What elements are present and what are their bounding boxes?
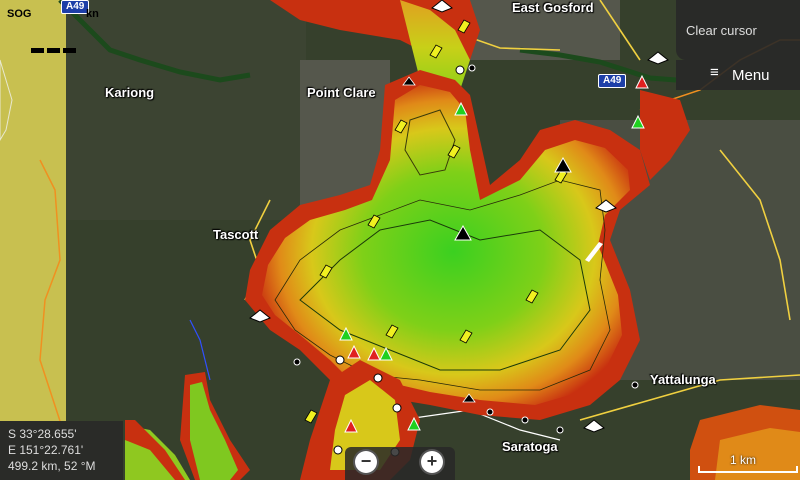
land-texture [66,0,306,220]
buoy [468,64,476,72]
buoy [373,373,383,383]
place-label-kariong: Kariong [105,85,155,100]
menu-label: Menu [732,67,770,84]
cursor-longitude: E 151°22.761' [8,443,84,457]
buoy [486,408,494,416]
buoy [333,445,343,455]
buoy [335,355,345,365]
hamburger-icon: ≡ [710,64,719,81]
zoom-in-button[interactable]: + [421,451,443,473]
buoy [521,416,529,424]
cursor-latitude: S 33°28.655' [8,427,77,441]
place-label-point-clare: Point Clare [307,85,376,100]
place-label-saratoga: Saratoga [502,439,558,454]
chart-plotter: East Gosford Kariong Point Clare Tascott… [0,0,800,480]
road-shield: A49 [598,74,627,88]
place-label-yattalunga: Yattalunga [650,372,716,387]
sog-label: SOG [7,8,32,20]
place-label-tascott: Tascott [213,227,259,242]
buoy [631,381,639,389]
cursor-info-panel: S 33°28.655' E 151°22.761' 499.2 km, 52 … [0,421,123,480]
scale-bar [698,466,798,473]
zoom-out-button[interactable]: − [355,451,377,473]
sog-unit: kn [86,8,99,20]
sog-value-empty [31,40,79,53]
buoy [293,358,301,366]
clear-cursor-button[interactable]: Clear cursor [676,0,800,60]
buoy [392,403,402,413]
zoom-controls: − + [345,447,455,480]
cursor-range-bearing: 499.2 km, 52 °M [8,459,96,473]
scale-label: 1 km [730,453,757,467]
place-label-east-gosford: East Gosford [512,0,594,15]
buoy [556,426,564,434]
menu-button[interactable]: ≡ Menu [676,60,800,90]
clear-cursor-label: Clear cursor [686,23,757,38]
buoy [455,65,465,75]
